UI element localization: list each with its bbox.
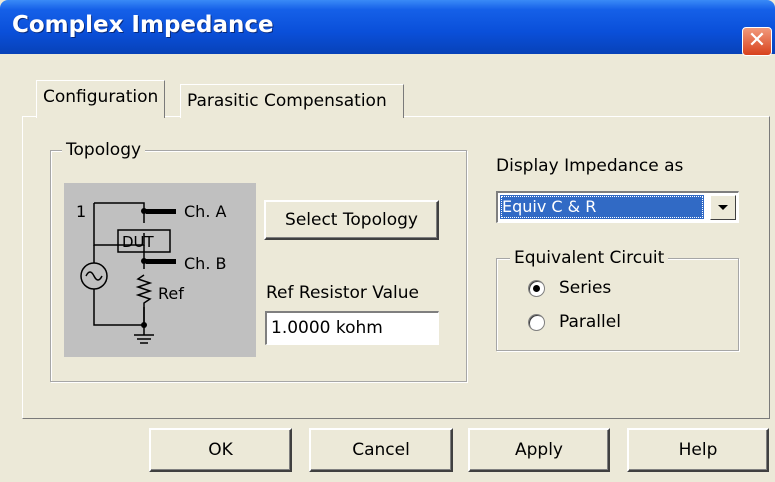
close-icon: ✕ [747,28,767,53]
probe-a [146,209,176,214]
series-radio-label[interactable]: Series [559,278,611,298]
resistor-ref [135,274,153,325]
ok-button[interactable]: OK [149,428,292,472]
parallel-radio[interactable] [528,314,545,331]
help-label: Help [678,440,718,460]
tab-label: Parasitic Compensation [187,91,387,111]
close-button[interactable]: ✕ [742,27,772,56]
select-topology-label: Select Topology [285,210,418,230]
equivalent-circuit-group [496,258,739,351]
ref-resistor-value: 1.0000 kohm [271,318,383,338]
parallel-radio-label[interactable]: Parallel [559,312,621,332]
probe-b [146,259,176,264]
ref-resistor-input[interactable]: 1.0000 kohm [265,311,439,345]
tab-parasitic-compensation[interactable]: Parasitic Compensation [180,84,404,118]
ch-b-label: Ch. B [184,254,226,273]
display-impedance-select[interactable]: Equiv C & R [496,191,739,223]
cancel-label: Cancel [352,440,410,460]
node-a [141,208,147,214]
help-button[interactable]: Help [627,428,769,472]
topology-diagram: 1 Ch. A DUT Ch. B Ref [64,183,256,357]
circuit-wire-left-lower [93,289,145,326]
series-radio[interactable] [528,280,545,297]
dropdown-button[interactable] [710,195,736,220]
node-ground [141,322,147,328]
equivalent-circuit-group-label: Equivalent Circuit [510,248,669,268]
ch-a-label: Ch. A [184,202,226,221]
dialog-window: Complex Impedance ✕ Configuration Parasi… [0,0,775,482]
chevron-down-icon [718,205,728,210]
apply-button[interactable]: Apply [468,428,610,472]
display-impedance-label: Display Impedance as [496,156,684,176]
ac-source-wave [85,271,103,281]
topology-group-label: Topology [62,140,146,160]
ref-resistor-label: Ref Resistor Value [266,283,419,303]
select-topology-button[interactable]: Select Topology [264,200,439,240]
ok-label: OK [208,440,233,460]
title-bar[interactable]: Complex Impedance ✕ [0,0,775,56]
dut-label: DUT [122,233,155,251]
node-b [141,258,147,264]
tab-configuration[interactable]: Configuration [36,80,166,118]
node-label: 1 [76,202,86,221]
ref-label: Ref [158,284,184,303]
apply-label: Apply [515,440,563,460]
window-title: Complex Impedance [12,12,274,38]
radio-selected-dot [533,285,540,292]
tab-label: Configuration [43,87,159,107]
display-impedance-value: Equiv C & R [500,195,704,219]
cancel-button[interactable]: Cancel [309,428,453,472]
circuit-schematic: 1 Ch. A DUT Ch. B Ref [76,202,226,344]
